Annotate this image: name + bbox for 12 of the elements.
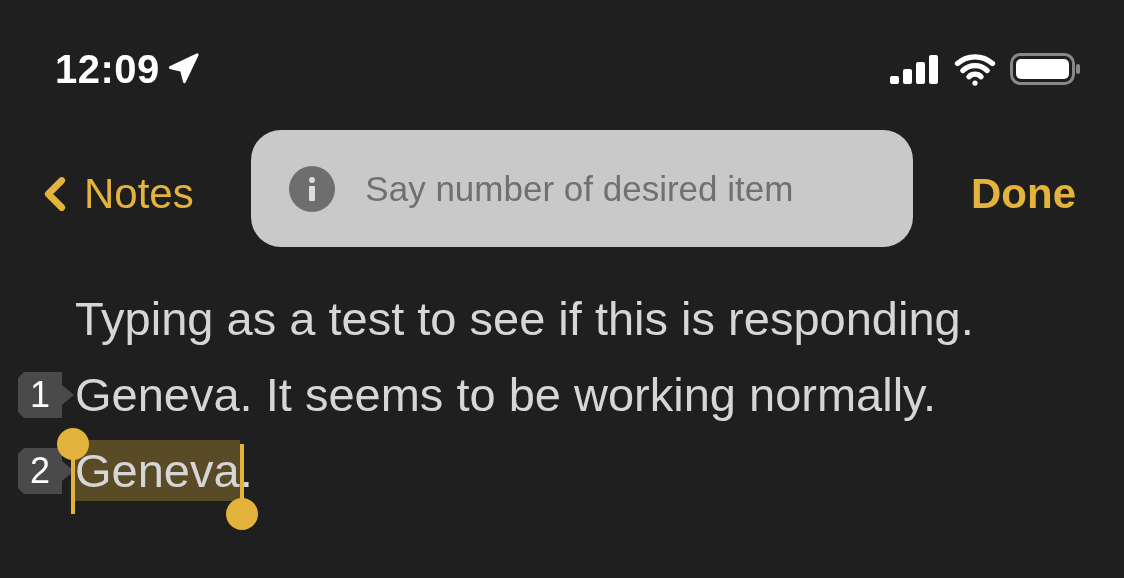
back-button[interactable]: Notes — [28, 156, 194, 221]
number-badge[interactable]: 2 — [18, 448, 74, 494]
done-button[interactable]: Done — [971, 159, 1076, 218]
battery-icon — [1010, 53, 1082, 85]
note-text: . — [239, 444, 253, 497]
note-text: Typing as a test to see if this is responding. — [75, 292, 974, 345]
clock-time: 12:09 — [55, 46, 160, 92]
toast-text: Say number of desired item — [365, 168, 794, 209]
number-badge[interactable]: 1 — [18, 372, 74, 418]
signal-icon — [890, 54, 940, 84]
note-text: Geneva. It seems to be working normally. — [75, 368, 937, 421]
selected-text[interactable]: Geneva — [75, 440, 240, 501]
